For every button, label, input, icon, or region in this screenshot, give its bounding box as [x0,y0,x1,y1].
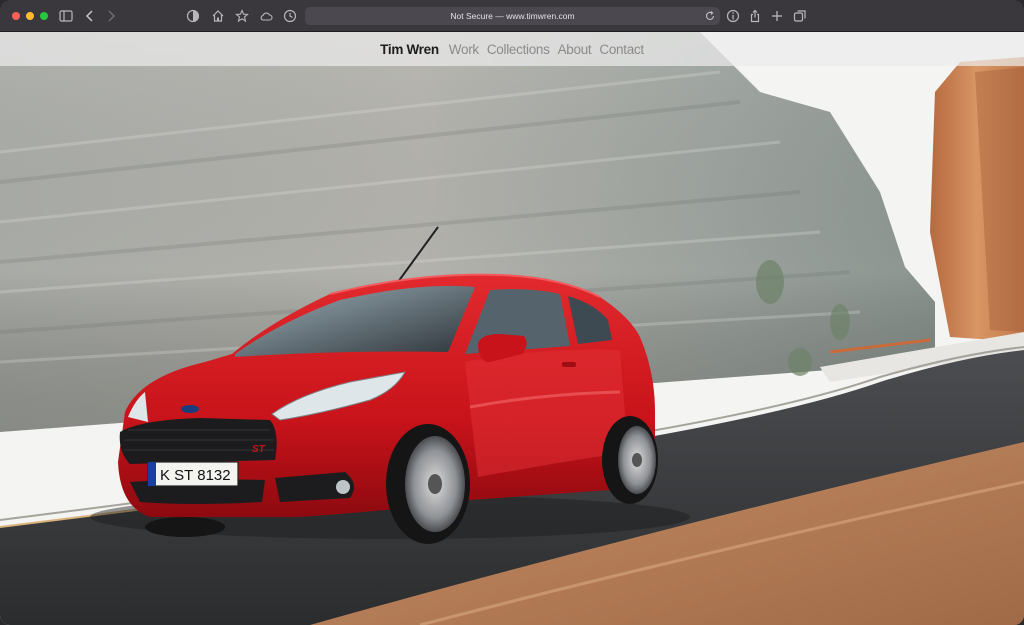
nav-link-about[interactable]: About [558,42,592,57]
info-icon[interactable] [725,8,741,24]
sidebar-icon[interactable] [58,8,74,24]
nav-link-contact[interactable]: Contact [599,42,644,57]
forward-icon[interactable] [103,8,119,24]
site-brand[interactable]: Tim Wren [380,42,439,57]
tabs-overview-icon[interactable] [792,8,808,24]
star-icon[interactable] [234,8,250,24]
window-controls [12,11,48,20]
address-bar[interactable]: Not Secure — www.timwren.com [305,7,720,25]
site-nav: Tim Wren Work Collections About Contact [0,32,1024,66]
st-badge: ST [252,444,266,455]
cloud-icon[interactable] [258,8,274,24]
home-icon[interactable] [210,8,226,24]
browser-window: Not Secure — www.timwren.com ST K ST 813… [0,0,1024,625]
browser-toolbar: Not Secure — www.timwren.com [0,0,1024,32]
close-window-button[interactable] [12,11,20,20]
nav-link-collections[interactable]: Collections [487,42,550,57]
reload-icon[interactable] [704,10,716,22]
share-icon[interactable] [747,8,763,24]
new-tab-icon[interactable] [769,8,785,24]
nav-link-work[interactable]: Work [449,42,479,57]
license-plate: K ST 8132 [160,467,231,484]
hero-photo: ST K ST 8132 [0,32,1024,625]
zoom-window-button[interactable] [40,11,48,20]
history-icon[interactable] [282,8,298,24]
web-page: ST K ST 8132 Tim Wren Work Collections A… [0,32,1024,625]
shield-icon[interactable] [185,8,201,24]
url-text: Not Secure — www.timwren.com [450,11,575,21]
back-icon[interactable] [82,8,98,24]
minimize-window-button[interactable] [26,11,34,20]
